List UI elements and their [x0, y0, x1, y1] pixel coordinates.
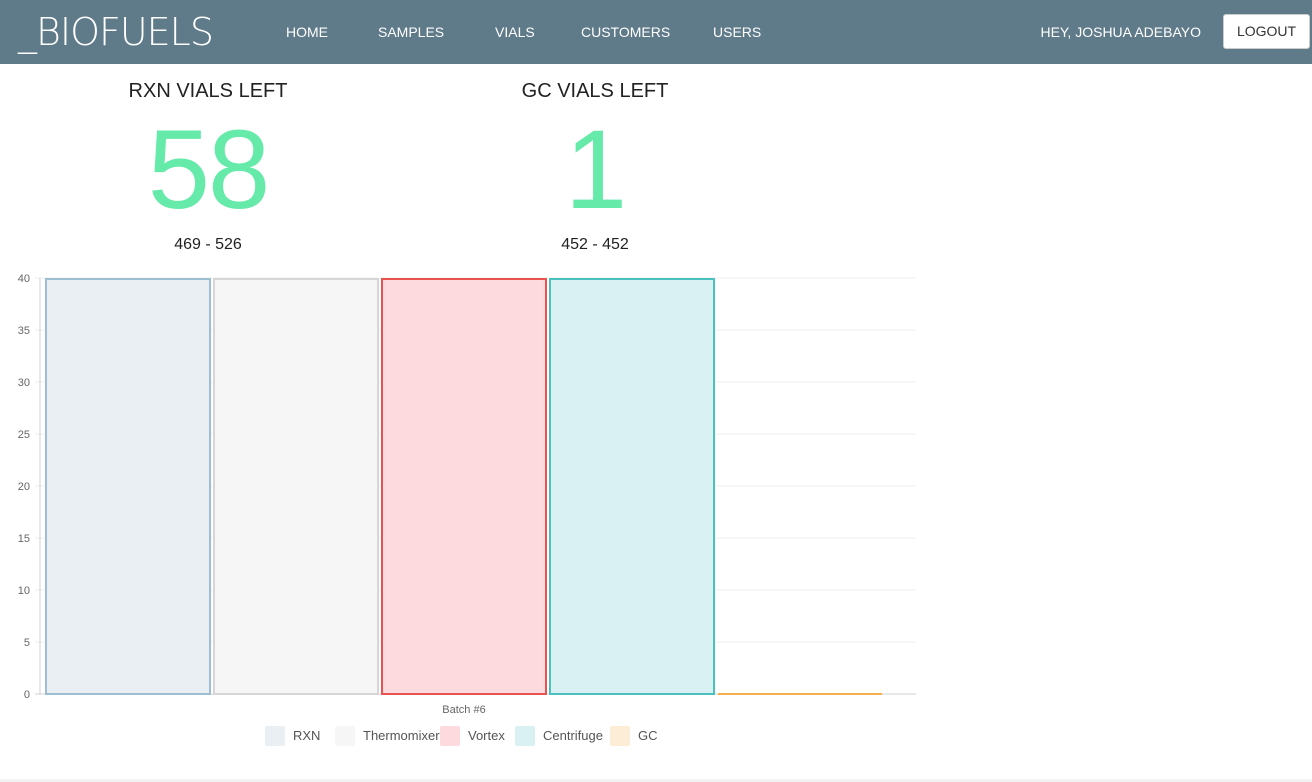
y-tick-label: 20 [18, 481, 30, 493]
y-tick-label: 35 [18, 325, 30, 337]
y-tick-label: 40 [18, 273, 30, 285]
gc-vials-count: 1 [564, 107, 627, 232]
legend-swatch-gc [610, 726, 630, 746]
gc-vials-title: GC VIALS LEFT [521, 80, 669, 102]
logout-button[interactable]: LOGOUT [1223, 14, 1310, 49]
brand-logo[interactable]: _BIOFUELS [18, 10, 214, 54]
gc-vials-range: 452 - 452 [561, 236, 629, 253]
y-tick-label: 30 [18, 377, 30, 389]
bar-thermomixer [213, 278, 379, 695]
x-tick-label: Batch #6 [442, 704, 485, 716]
y-tick-label: 10 [18, 585, 30, 597]
y-tick-label: 25 [18, 429, 30, 441]
y-tick-label: 15 [18, 533, 30, 545]
nav-home[interactable]: HOME [286, 23, 328, 41]
legend-label-thermomixer: Thermomixer [363, 728, 440, 743]
rxn-vials-stat: RXN VIALS LEFT 58 469 - 526 [88, 78, 328, 255]
legend-swatch-thermomixer [335, 726, 355, 746]
top-navbar: _BIOFUELS HOME SAMPLES VIALS CUSTOMERS U… [0, 0, 1312, 64]
legend-label-centrifuge: Centrifuge [543, 728, 603, 743]
nav-customers[interactable]: CUSTOMERS [581, 23, 670, 41]
legend-label-gc: GC [638, 728, 658, 743]
legend-label-vortex: Vortex [468, 728, 505, 743]
rxn-vials-range: 469 - 526 [174, 236, 242, 253]
nav-samples[interactable]: SAMPLES [378, 23, 444, 41]
gc-vials-stat: GC VIALS LEFT 1 452 - 452 [475, 78, 715, 255]
legend-label-rxn: RXN [293, 728, 320, 743]
legend-swatch-vortex [440, 726, 460, 746]
y-tick-label: 0 [24, 689, 30, 701]
rxn-vials-title: RXN VIALS LEFT [128, 80, 288, 102]
vials-bar-chart: 0 5 10 15 20 25 30 35 40 Batch #6 RXN Thermomixer Vo… [18, 273, 916, 746]
legend-swatch-rxn [265, 726, 285, 746]
bar-vortex [381, 278, 547, 695]
user-greeting: HEY, JOSHUA ADEBAYO [1040, 24, 1201, 40]
nav-users[interactable]: USERS [713, 23, 761, 41]
bar-rxn [45, 278, 211, 695]
bar-centrifuge [549, 278, 715, 695]
legend-swatch-centrifuge [515, 726, 535, 746]
y-tick-label: 5 [24, 637, 30, 649]
rxn-vials-count: 58 [147, 107, 271, 232]
nav-vials[interactable]: VIALS [495, 23, 535, 41]
